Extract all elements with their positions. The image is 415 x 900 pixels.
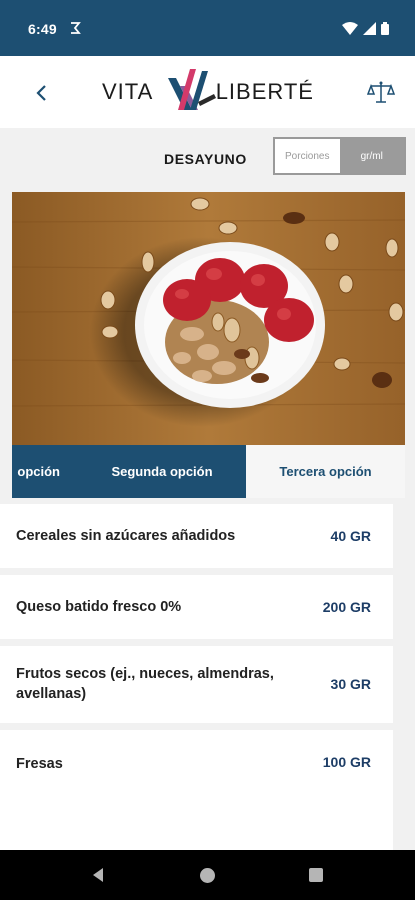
- logo-mark-icon: [168, 69, 216, 110]
- food-item: Fresas 100 GR: [0, 730, 393, 850]
- food-quantity: 40 GR: [330, 528, 371, 544]
- food-quantity: 200 GR: [322, 599, 371, 615]
- battery-icon: [381, 22, 389, 35]
- app-logo: VITA LIBERTÉ: [102, 64, 314, 116]
- chevron-left-icon: [36, 85, 46, 101]
- food-item: Frutos secos (ej., nueces, almendras, av…: [0, 646, 393, 723]
- unit-option-portions[interactable]: Porciones: [275, 139, 340, 173]
- meal-title: DESAYUNO: [164, 151, 247, 167]
- system-nav-bar: [0, 850, 415, 900]
- nav-back-icon[interactable]: [90, 867, 106, 883]
- food-quantity: 100 GR: [322, 754, 371, 770]
- food-name: Fresas: [16, 756, 63, 772]
- option-tabs: opción Segunda opción Tercera opción: [12, 445, 405, 498]
- tab-tercera-opcion[interactable]: Tercera opción: [246, 445, 405, 498]
- food-name: Queso batido fresco 0%: [16, 599, 182, 615]
- status-bar: 6:49: [0, 0, 415, 56]
- meal-photo: [12, 192, 405, 445]
- tab-segunda-opcion[interactable]: Segunda opción: [78, 445, 246, 498]
- scale-icon: [366, 81, 396, 103]
- unit-option-grams[interactable]: gr/ml: [339, 139, 404, 173]
- app-notification-icon: [71, 22, 81, 34]
- wifi-icon: [342, 22, 358, 35]
- nav-home-icon[interactable]: [199, 867, 216, 884]
- food-quantity: 30 GR: [330, 676, 371, 692]
- signal-icon: [363, 22, 376, 35]
- nav-recents-icon[interactable]: [308, 867, 324, 883]
- logo-text-liberte: LIBERTÉ: [215, 79, 314, 104]
- food-name: Frutos secos (ej., nueces, almendras, av…: [16, 666, 274, 702]
- food-item: Cereales sin azúcares añadidos 40 GR: [0, 504, 393, 568]
- unit-toggle[interactable]: Porciones gr/ml: [273, 137, 406, 175]
- app-header: VITA LIBERTÉ: [0, 56, 415, 128]
- scale-button[interactable]: [366, 78, 396, 106]
- logo-text-vita: VITA: [102, 79, 154, 104]
- back-button[interactable]: [28, 80, 54, 106]
- status-time: 6:49: [28, 21, 57, 37]
- food-item: Queso batido fresco 0% 200 GR: [0, 575, 393, 639]
- food-name: Cereales sin azúcares añadidos: [16, 528, 236, 544]
- status-icons: [342, 22, 389, 35]
- tab-primera-opcion[interactable]: opción: [12, 445, 78, 498]
